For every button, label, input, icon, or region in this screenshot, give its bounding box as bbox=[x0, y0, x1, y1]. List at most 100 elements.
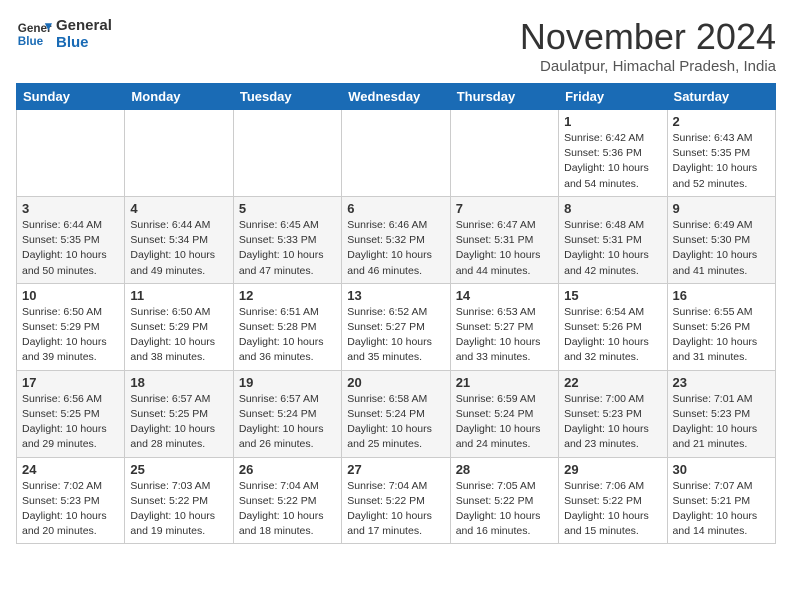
day-info: Sunrise: 6:59 AMSunset: 5:24 PMDaylight:… bbox=[456, 392, 553, 453]
calendar-cell: 14Sunrise: 6:53 AMSunset: 5:27 PMDayligh… bbox=[450, 283, 558, 370]
day-info: Sunrise: 6:57 AMSunset: 5:24 PMDaylight:… bbox=[239, 392, 336, 453]
day-number: 24 bbox=[22, 462, 119, 477]
calendar-cell: 1 Sunrise: 6:42 AMSunset: 5:36 PMDaylight… bbox=[559, 110, 667, 197]
day-number: 28 bbox=[456, 462, 553, 477]
day-info: Sunrise: 7:01 AMSunset: 5:23 PMDaylight:… bbox=[673, 392, 770, 453]
calendar-cell: 24 Sunrise: 7:02 AMSunset: 5:23 PMDayligh… bbox=[17, 457, 125, 544]
calendar-cell: 20Sunrise: 6:58 AMSunset: 5:24 PMDayligh… bbox=[342, 370, 450, 457]
day-info: Sunrise: 6:52 AMSunset: 5:27 PMDaylight:… bbox=[347, 305, 444, 366]
day-number: 8 bbox=[564, 201, 661, 216]
day-number: 10 bbox=[22, 288, 119, 303]
day-number: 9 bbox=[673, 201, 770, 216]
calendar-cell: 19 Sunrise: 6:57 AMSunset: 5:24 PMDayligh… bbox=[233, 370, 341, 457]
day-number: 22 bbox=[564, 375, 661, 390]
day-number: 26 bbox=[239, 462, 336, 477]
calendar-cell: 9 Sunrise: 6:49 AMSunset: 5:30 PMDaylight… bbox=[667, 196, 775, 283]
calendar-week-5: 24 Sunrise: 7:02 AMSunset: 5:23 PMDayligh… bbox=[17, 457, 776, 544]
day-info: Sunrise: 6:42 AMSunset: 5:36 PMDaylight:… bbox=[564, 131, 661, 192]
day-info: Sunrise: 7:03 AMSunset: 5:22 PMDaylight:… bbox=[130, 479, 227, 540]
day-number: 13 bbox=[347, 288, 444, 303]
day-info: Sunrise: 7:05 AMSunset: 5:22 PMDaylight:… bbox=[456, 479, 553, 540]
day-info: Sunrise: 6:54 AMSunset: 5:26 PMDaylight:… bbox=[564, 305, 661, 366]
calendar-cell bbox=[125, 110, 233, 197]
day-number: 19 bbox=[239, 375, 336, 390]
calendar-cell: 29Sunrise: 7:06 AMSunset: 5:22 PMDayligh… bbox=[559, 457, 667, 544]
logo-blue: Blue bbox=[56, 34, 112, 51]
day-info: Sunrise: 7:02 AMSunset: 5:23 PMDaylight:… bbox=[22, 479, 119, 540]
weekday-header-tuesday: Tuesday bbox=[233, 84, 341, 110]
calendar-cell: 21Sunrise: 6:59 AMSunset: 5:24 PMDayligh… bbox=[450, 370, 558, 457]
day-info: Sunrise: 6:55 AMSunset: 5:26 PMDaylight:… bbox=[673, 305, 770, 366]
calendar-cell: 22 Sunrise: 7:00 AMSunset: 5:23 PMDayligh… bbox=[559, 370, 667, 457]
day-info: Sunrise: 7:00 AMSunset: 5:23 PMDaylight:… bbox=[564, 392, 661, 453]
calendar-cell: 30 Sunrise: 7:07 AMSunset: 5:21 PMDayligh… bbox=[667, 457, 775, 544]
calendar-cell: 17 Sunrise: 6:56 AMSunset: 5:25 PMDayligh… bbox=[17, 370, 125, 457]
day-info: Sunrise: 6:44 AMSunset: 5:35 PMDaylight:… bbox=[22, 218, 119, 279]
calendar-cell bbox=[17, 110, 125, 197]
day-number: 20 bbox=[347, 375, 444, 390]
day-info: Sunrise: 6:46 AMSunset: 5:32 PMDaylight:… bbox=[347, 218, 444, 279]
day-info: Sunrise: 6:47 AMSunset: 5:31 PMDaylight:… bbox=[456, 218, 553, 279]
day-info: Sunrise: 7:07 AMSunset: 5:21 PMDaylight:… bbox=[673, 479, 770, 540]
location: Daulatpur, Himachal Pradesh, India bbox=[520, 58, 776, 75]
day-number: 4 bbox=[130, 201, 227, 216]
calendar-cell: 12 Sunrise: 6:51 AMSunset: 5:28 PMDayligh… bbox=[233, 283, 341, 370]
month-title: November 2024 bbox=[520, 16, 776, 58]
calendar-cell: 23Sunrise: 7:01 AMSunset: 5:23 PMDayligh… bbox=[667, 370, 775, 457]
day-number: 2 bbox=[673, 114, 770, 129]
calendar-cell: 11Sunrise: 6:50 AMSunset: 5:29 PMDayligh… bbox=[125, 283, 233, 370]
logo-general: General bbox=[56, 17, 112, 34]
day-number: 1 bbox=[564, 114, 661, 129]
day-info: Sunrise: 6:51 AMSunset: 5:28 PMDaylight:… bbox=[239, 305, 336, 366]
day-info: Sunrise: 7:04 AMSunset: 5:22 PMDaylight:… bbox=[347, 479, 444, 540]
weekday-header-sunday: Sunday bbox=[17, 84, 125, 110]
calendar-cell: 2 Sunrise: 6:43 AMSunset: 5:35 PMDaylight… bbox=[667, 110, 775, 197]
calendar-cell: 13 Sunrise: 6:52 AMSunset: 5:27 PMDayligh… bbox=[342, 283, 450, 370]
day-number: 25 bbox=[130, 462, 227, 477]
title-block: November 2024 Daulatpur, Himachal Prades… bbox=[520, 16, 776, 75]
day-info: Sunrise: 7:06 AMSunset: 5:22 PMDaylight:… bbox=[564, 479, 661, 540]
calendar-cell: 8 Sunrise: 6:48 AMSunset: 5:31 PMDaylight… bbox=[559, 196, 667, 283]
day-number: 17 bbox=[22, 375, 119, 390]
day-number: 7 bbox=[456, 201, 553, 216]
calendar-cell: 10Sunrise: 6:50 AMSunset: 5:29 PMDayligh… bbox=[17, 283, 125, 370]
day-number: 11 bbox=[130, 288, 227, 303]
calendar-cell: 16Sunrise: 6:55 AMSunset: 5:26 PMDayligh… bbox=[667, 283, 775, 370]
day-number: 12 bbox=[239, 288, 336, 303]
calendar-week-4: 17 Sunrise: 6:56 AMSunset: 5:25 PMDayligh… bbox=[17, 370, 776, 457]
day-info: Sunrise: 6:49 AMSunset: 5:30 PMDaylight:… bbox=[673, 218, 770, 279]
logo-icon: General Blue bbox=[16, 16, 52, 52]
day-number: 14 bbox=[456, 288, 553, 303]
day-number: 6 bbox=[347, 201, 444, 216]
day-info: Sunrise: 6:56 AMSunset: 5:25 PMDaylight:… bbox=[22, 392, 119, 453]
calendar-week-1: 1 Sunrise: 6:42 AMSunset: 5:36 PMDaylight… bbox=[17, 110, 776, 197]
calendar-cell bbox=[233, 110, 341, 197]
svg-text:Blue: Blue bbox=[18, 35, 44, 48]
day-info: Sunrise: 7:04 AMSunset: 5:22 PMDaylight:… bbox=[239, 479, 336, 540]
calendar-header-row: SundayMondayTuesdayWednesdayThursdayFrid… bbox=[17, 84, 776, 110]
calendar-cell: 7 Sunrise: 6:47 AMSunset: 5:31 PMDaylight… bbox=[450, 196, 558, 283]
day-number: 3 bbox=[22, 201, 119, 216]
calendar-cell: 18Sunrise: 6:57 AMSunset: 5:25 PMDayligh… bbox=[125, 370, 233, 457]
calendar-cell bbox=[342, 110, 450, 197]
calendar-cell: 26 Sunrise: 7:04 AMSunset: 5:22 PMDayligh… bbox=[233, 457, 341, 544]
calendar-cell: 3 Sunrise: 6:44 AMSunset: 5:35 PMDaylight… bbox=[17, 196, 125, 283]
calendar-cell: 28 Sunrise: 7:05 AMSunset: 5:22 PMDayligh… bbox=[450, 457, 558, 544]
day-info: Sunrise: 6:43 AMSunset: 5:35 PMDaylight:… bbox=[673, 131, 770, 192]
weekday-header-saturday: Saturday bbox=[667, 84, 775, 110]
calendar-cell: 27Sunrise: 7:04 AMSunset: 5:22 PMDayligh… bbox=[342, 457, 450, 544]
day-info: Sunrise: 6:48 AMSunset: 5:31 PMDaylight:… bbox=[564, 218, 661, 279]
day-info: Sunrise: 6:44 AMSunset: 5:34 PMDaylight:… bbox=[130, 218, 227, 279]
calendar-table: SundayMondayTuesdayWednesdayThursdayFrid… bbox=[16, 83, 776, 544]
day-number: 5 bbox=[239, 201, 336, 216]
calendar-cell: 6 Sunrise: 6:46 AMSunset: 5:32 PMDaylight… bbox=[342, 196, 450, 283]
day-number: 30 bbox=[673, 462, 770, 477]
day-number: 15 bbox=[564, 288, 661, 303]
calendar-cell: 15 Sunrise: 6:54 AMSunset: 5:26 PMDayligh… bbox=[559, 283, 667, 370]
weekday-header-wednesday: Wednesday bbox=[342, 84, 450, 110]
calendar-cell bbox=[450, 110, 558, 197]
weekday-header-friday: Friday bbox=[559, 84, 667, 110]
calendar-cell: 25 Sunrise: 7:03 AMSunset: 5:22 PMDayligh… bbox=[125, 457, 233, 544]
calendar-week-3: 10Sunrise: 6:50 AMSunset: 5:29 PMDayligh… bbox=[17, 283, 776, 370]
logo: General Blue General Blue bbox=[16, 16, 112, 52]
